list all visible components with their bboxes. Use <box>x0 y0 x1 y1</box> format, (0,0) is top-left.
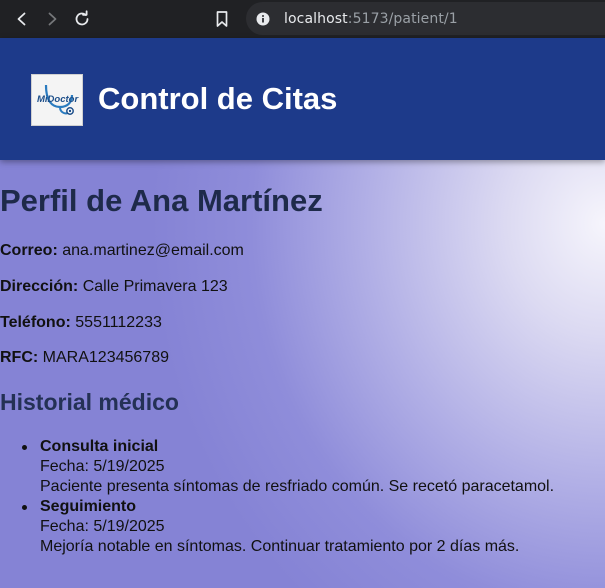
url-text: localhost:5173/patient/1 <box>284 11 458 27</box>
address-bar[interactable]: localhost:5173/patient/1 <box>246 2 605 35</box>
field-value: 5551112233 <box>75 314 162 331</box>
app-header: MiDoctor Control de Citas <box>0 38 605 160</box>
address-field: Dirección: Calle Primavera 123 <box>0 278 228 296</box>
entry-notes: Paciente presenta síntomas de resfriado … <box>40 478 555 495</box>
email-field: Correo: ana.martinez@email.com <box>0 242 244 260</box>
back-icon[interactable] <box>9 6 35 32</box>
field-label: Teléfono: <box>0 314 71 331</box>
field-value: MARA123456789 <box>42 349 169 366</box>
entry-title: Seguimiento <box>40 498 137 515</box>
phone-field: Teléfono: 5551112233 <box>0 314 162 332</box>
browser-toolbar: localhost:5173/patient/1 <box>0 0 605 38</box>
url-host: localhost <box>284 10 348 27</box>
forward-icon[interactable] <box>39 6 65 32</box>
url-path: :5173/patient/1 <box>347 10 458 27</box>
field-label: Dirección: <box>0 278 79 295</box>
app-logo: MiDoctor <box>31 74 83 126</box>
page-title: Perfil de Ana Martínez <box>0 183 323 218</box>
entry-date: Fecha: 5/19/2025 <box>40 458 165 475</box>
history-list: Consulta inicial Fecha: 5/19/2025 Pacien… <box>22 437 600 557</box>
logo-text: MiDoctor <box>37 94 79 105</box>
reload-icon[interactable] <box>69 6 95 32</box>
list-item: Consulta inicial Fecha: 5/19/2025 Pacien… <box>22 437 600 497</box>
site-info-icon[interactable] <box>255 11 271 27</box>
app-title: Control de Citas <box>98 81 338 116</box>
field-label: RFC: <box>0 349 39 366</box>
list-item: Seguimiento Fecha: 5/19/2025 Mejoría not… <box>22 497 600 557</box>
entry-title: Consulta inicial <box>40 438 159 455</box>
history-heading: Historial médico <box>0 389 179 415</box>
bookmark-icon[interactable] <box>209 6 235 32</box>
field-label: Correo: <box>0 242 58 259</box>
entry-notes: Mejoría notable en síntomas. Continuar t… <box>40 538 520 555</box>
rfc-field: RFC: MARA123456789 <box>0 349 169 367</box>
field-value: Calle Primavera 123 <box>82 278 228 295</box>
field-value: ana.martinez@email.com <box>62 242 244 259</box>
entry-date: Fecha: 5/19/2025 <box>40 518 165 535</box>
